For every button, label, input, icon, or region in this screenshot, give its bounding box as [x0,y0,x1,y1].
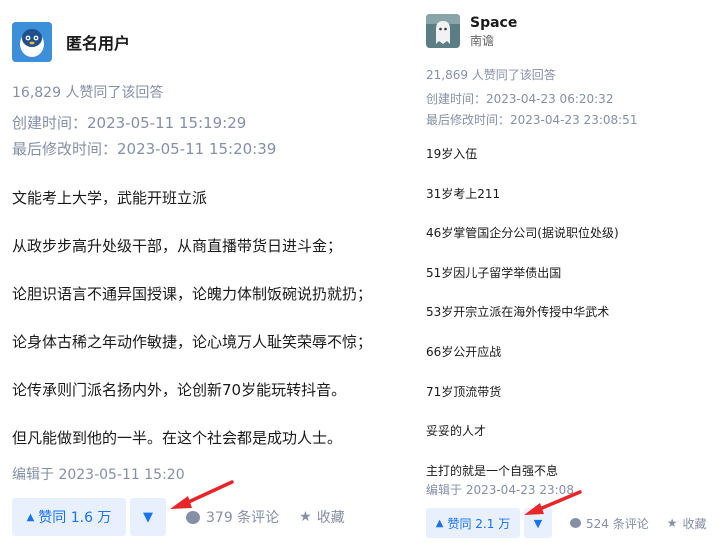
answer-meta: 创建时间：2023-04-23 06:20:32 最后修改时间：2023-04-… [426,89,637,131]
created-time: 创建时间：2023-04-23 06:20:32 [426,92,614,106]
answer-paragraph: 论身体古稀之年动作敏捷，论心境万人耻笑荣辱不惊； [12,333,373,351]
author-row: 匿名用户 [12,22,130,62]
answer-paragraph: 但凡能做到他的一半。在这个社会都是成功人士。 [12,429,343,447]
edited-time[interactable]: 编辑于 2023-05-11 15:20 [12,464,185,484]
likes-count: 21,869 人赞同了该回答 [426,68,556,82]
star-icon: ★ [666,516,678,530]
vote-up-button[interactable]: ▲ 赞同 1.6 万 [12,498,126,536]
answer-paragraph: 19岁入伍 [426,147,478,161]
triangle-up-icon: ▲ [26,511,35,523]
answer-meta: 创建时间：2023-05-11 15:19:29 最后修改时间：2023-05-… [12,110,276,162]
modified-time: 最后修改时间：2023-04-23 23:08:51 [426,113,638,127]
triangle-up-icon: ▲ [435,517,444,529]
red-arrow-annotation [524,490,582,515]
answer-paragraph: 论传承则门派名扬内外，论创新70岁能玩转抖音。 [12,381,347,399]
answer-paragraph: 31岁考上211 [426,186,501,201]
answer-paragraph: 文能考上大学，武能开班立派 [12,189,208,207]
modified-time: 最后修改时间：2023-05-11 15:20:39 [12,140,277,158]
triangle-down-icon: ▼ [533,516,543,530]
star-icon: ★ [299,509,312,525]
favorite-button[interactable]: ★ 收藏 [299,507,345,527]
answer-card-right: Space 南谵 21,869 人赞同了该回答 创建时间：2023-04-23 … [418,0,728,547]
vote-up-label: 赞同 2.1 万 [447,516,511,531]
author-headline: 南谵 [470,34,495,48]
author-avatar[interactable] [12,22,52,62]
vote-up-button[interactable]: ▲ 赞同 2.1 万 [426,508,520,538]
answer-paragraph: 53岁开宗立派在海外传授中华武术 [426,305,610,320]
answer-body: 19岁入伍 31岁考上211 46岁掌管国企分公司(据说职位处级) 51岁因儿子… [426,135,726,491]
vote-down-button[interactable]: ▼ [130,498,166,536]
answer-paragraph: 71岁顶流带货 [426,384,502,399]
created-time: 创建时间：2023-05-11 15:19:29 [12,114,247,132]
answer-paragraph: 51岁因儿子留学举债出国 [426,265,562,280]
answer-paragraph: 46岁掌管国企分公司(据说职位处级) [426,226,619,241]
comment-bubble-icon [570,518,581,528]
answer-paragraph: 从政步步高升处级干部，从商直播带货日进斗金； [12,237,343,255]
favorite-label: 收藏 [316,510,345,526]
author-name[interactable]: 匿名用户 [66,30,130,54]
likes-count: 16,829 人赞同了该回答 [12,85,164,101]
comment-bubble-icon [186,510,200,524]
author-row: Space 南谵 [426,14,517,50]
answer-card-left: 匿名用户 16,829 人赞同了该回答 创建时间：2023-05-11 15:1… [0,0,410,547]
answer-paragraph: 论胆识语言不通异国授课，论魄力体制饭碗说扔就扔； [12,285,373,303]
ghost-avatar-icon [426,14,460,48]
vote-up-label: 赞同 1.6 万 [38,510,112,526]
answer-body: 文能考上大学，武能开班立派 从政步步高升处级干部，从商直播带货日进斗金； 论胆识… [12,174,407,462]
red-arrow-annotation [170,480,234,509]
author-avatar[interactable] [426,14,460,48]
answer-paragraph: 妥妥的人才 [426,424,487,439]
answer-paragraph: 66岁公开应战 [426,344,502,359]
triangle-down-icon: ▼ [143,509,153,525]
author-name[interactable]: Space [470,14,517,32]
favorite-label: 收藏 [682,516,707,531]
comment-label: 524 条评论 [586,516,649,531]
favorite-button[interactable]: ★ 收藏 [667,515,707,532]
penguin-anonymous-icon [12,22,52,62]
